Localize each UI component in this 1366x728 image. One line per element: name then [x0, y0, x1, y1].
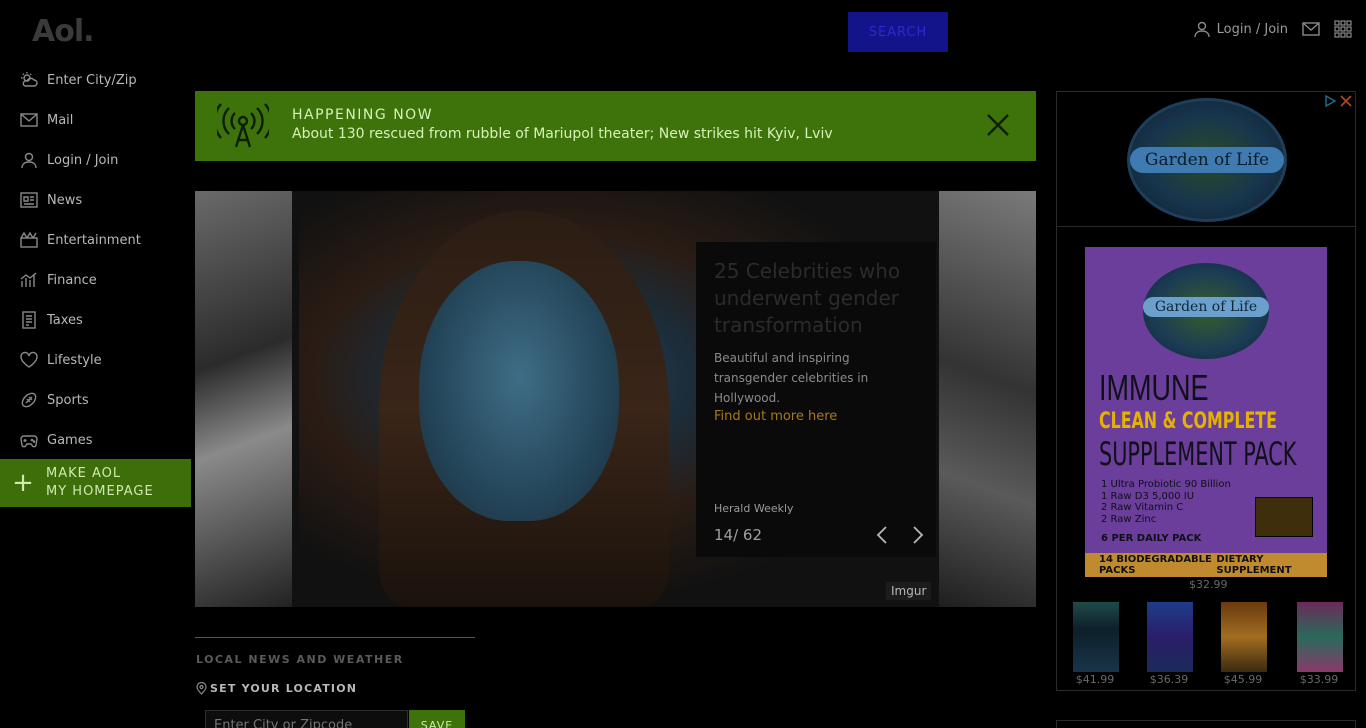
heart-icon [20, 351, 38, 369]
ad-product-4[interactable] [1297, 602, 1343, 672]
pack-subtitle-2: SUPPLEMENT PACK [1099, 435, 1297, 473]
pack-daily: 6 PER DAILY PACK [1101, 533, 1202, 544]
image-credit: Imgur [886, 582, 932, 600]
sidebar-item-taxes[interactable]: Taxes [0, 300, 191, 340]
sidebar-item-mail[interactable]: Mail [0, 100, 191, 140]
aol-logo[interactable]: Aol. [32, 14, 95, 49]
ad-product-price: $33.99 [1299, 673, 1339, 686]
sidebar-item-finance[interactable]: Finance [0, 260, 191, 300]
ad-product-3[interactable] [1221, 602, 1267, 672]
weather-icon [20, 71, 38, 89]
sidebar-item-label: News [47, 192, 83, 208]
sidebar-item-label: Mail [47, 112, 74, 128]
carousel-description: Beautiful and inspiring transgender cele… [714, 351, 869, 405]
non-gmo-badge-icon [1255, 497, 1313, 537]
ad-brand-area[interactable]: Garden of Life [1057, 92, 1355, 227]
apps-grid-icon[interactable] [1334, 20, 1352, 38]
ad-choices[interactable] [1323, 94, 1353, 108]
banner-headline[interactable]: About 130 rescued from rubble of Mariupo… [292, 126, 833, 142]
plus-icon: + [12, 468, 34, 498]
ad-product-price: $36.39 [1149, 673, 1189, 686]
carousel-source: Herald Weekly [714, 502, 794, 515]
sidebar-item-label: Sports [47, 392, 89, 408]
carousel-prev-slide-image[interactable] [195, 191, 292, 607]
chevron-right-icon[interactable] [906, 524, 928, 546]
adchoices-icon[interactable] [1323, 94, 1337, 108]
pack-brand-logo: Garden of Life [1143, 263, 1269, 359]
pack-title: IMMUNE [1099, 367, 1209, 408]
close-ad-icon[interactable] [1339, 94, 1353, 108]
sidebar-item-news[interactable]: News [0, 180, 191, 220]
sidebar-item-label: Lifestyle [47, 352, 102, 368]
pack-footer: 14 BIODEGRADABLE PACKS DIETARY SUPPLEMEN… [1085, 553, 1327, 577]
location-input[interactable] [205, 710, 408, 728]
make-home-label: MAKE AOL MY HOMEPAGE [46, 466, 154, 499]
make-aol-homepage-button[interactable]: + MAKE AOL MY HOMEPAGE [0, 459, 191, 507]
gamepad-icon [20, 431, 38, 449]
sidebar-nav: Enter City/Zip Mail Login / Join News En… [0, 60, 191, 460]
brand-logo: Garden of Life [1127, 98, 1287, 222]
ad-product-1[interactable] [1073, 602, 1119, 672]
finance-icon [20, 271, 38, 289]
sidebar-item-label: Finance [47, 272, 97, 288]
user-icon [1193, 21, 1210, 38]
close-icon[interactable] [984, 111, 1012, 139]
sidebar-item-entertainment[interactable]: Entertainment [0, 220, 191, 260]
next-ad-slot [1056, 720, 1356, 728]
local-news-title: LOCAL NEWS AND WEATHER [196, 653, 404, 666]
sidebar-item-weather[interactable]: Enter City/Zip [0, 60, 191, 100]
carousel-find-more-link[interactable]: Find out more here [714, 409, 837, 424]
sidebar-item-label: Taxes [47, 312, 83, 328]
sidebar-item-sports[interactable]: Sports [0, 380, 191, 420]
carousel-next-slide-image[interactable] [939, 191, 1036, 607]
location-pin-icon [196, 682, 207, 695]
ad-product-price: $45.99 [1223, 673, 1263, 686]
sidebar-item-label: Enter City/Zip [47, 72, 137, 88]
broadcast-icon [217, 103, 269, 148]
mail-icon [20, 111, 38, 129]
sidebar-item-label: Entertainment [47, 232, 141, 248]
set-location-label: SET YOUR LOCATION [196, 682, 357, 695]
advertisement[interactable]: Garden of Life Garden of Life IMMUNE CLE… [1056, 91, 1356, 691]
news-icon [20, 191, 38, 209]
breaking-news-banner[interactable]: HAPPENING NOW About 130 rescued from rub… [195, 91, 1036, 161]
sidebar-item-games[interactable]: Games [0, 420, 191, 460]
sidebar-item-lifestyle[interactable]: Lifestyle [0, 340, 191, 380]
sidebar-item-login[interactable]: Login / Join [0, 140, 191, 180]
featured-carousel: 25 Celebrities who underwent gender tran… [195, 191, 1036, 607]
header-login-label: Login / Join [1216, 21, 1288, 37]
pack-ingredients: 1 Ultra Probiotic 90 Billion 1 Raw D3 5,… [1101, 479, 1231, 525]
ad-product-price: $41.99 [1075, 673, 1115, 686]
ad-main-price: $32.99 [1189, 578, 1228, 591]
carousel-info-card: 25 Celebrities who underwent gender tran… [696, 242, 936, 557]
mail-icon[interactable] [1302, 22, 1320, 36]
search-button[interactable]: SEARCH [848, 12, 948, 52]
user-icon [20, 151, 38, 169]
save-location-button[interactable]: SAVE [409, 710, 465, 728]
carousel-title[interactable]: 25 Celebrities who underwent gender tran… [714, 258, 924, 339]
divider [195, 637, 475, 638]
football-icon [20, 391, 38, 409]
carousel-counter: 14/ 62 [714, 526, 762, 544]
taxes-icon [20, 311, 38, 329]
pack-subtitle-1: CLEAN & COMPLETE [1099, 409, 1277, 434]
header-actions: Login / Join [1193, 18, 1352, 40]
sidebar-item-label: Games [47, 432, 93, 448]
chevron-left-icon[interactable] [872, 524, 894, 546]
ad-product-2[interactable] [1147, 602, 1193, 672]
header-login-link[interactable]: Login / Join [1193, 20, 1288, 38]
sidebar-item-label: Login / Join [47, 152, 119, 168]
banner-tag: HAPPENING NOW [292, 107, 434, 123]
entertainment-icon [20, 231, 38, 249]
product-pack-image[interactable]: Garden of Life IMMUNE CLEAN & COMPLETE S… [1085, 247, 1327, 577]
search-input[interactable] [300, 12, 848, 52]
